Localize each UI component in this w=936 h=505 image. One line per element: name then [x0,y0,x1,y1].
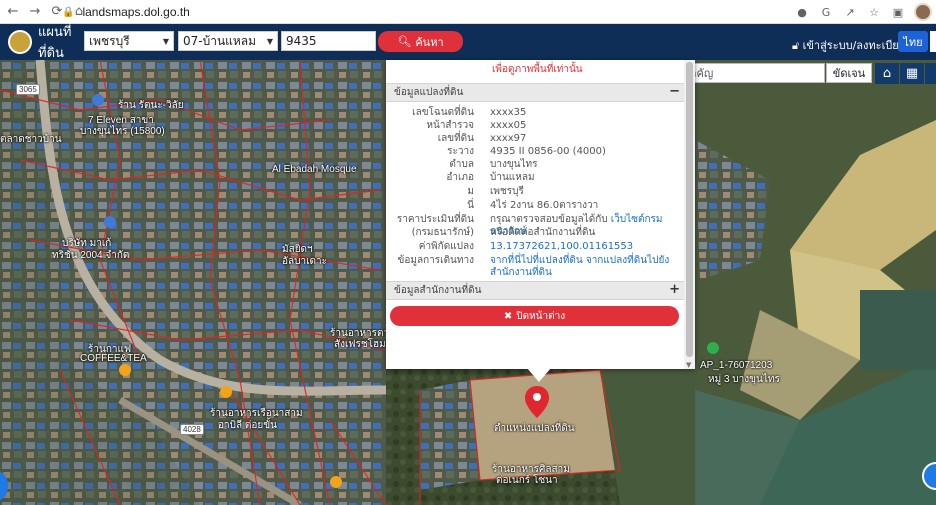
map-label-mosque: Al Ebadah Mosque [272,164,357,175]
close-button-label: ปิดหน้าต่าง [516,310,566,322]
back-icon[interactable]: ← [4,3,22,21]
more-tool-icon[interactable] [925,63,936,84]
map-label-mosque2-sub: อัลบาเดาะ [282,256,327,267]
row-label: ตำบล [449,159,474,170]
dol-logo [8,30,32,54]
map-label-seven-eleven-sub: บางขุนไทร (15800) [80,126,165,137]
popup-scrollbar[interactable]: ▼ [684,60,695,369]
grid-icon[interactable]: ▦ [900,63,924,84]
translate-icon[interactable]: G [818,4,834,20]
travel-value: จากที่นี่ไปที่แปลงที่ดิน จากแปลงที่ดินไป… [490,255,682,279]
province-select[interactable]: เพชรบุรี ▼ [84,31,174,51]
lock-icon: 🔒 [62,6,75,18]
section-office-header[interactable]: ข้อมูลสำนักงานที่ดิน + [386,281,684,300]
popup-pointer [527,368,551,382]
detect-button[interactable]: ขัดเจน [826,63,872,83]
browser-actions: ● G ↗ ☆ ▣ [794,3,932,21]
row-label: หน้าสำรวจ [426,120,474,131]
scroll-thumb[interactable] [686,62,693,357]
parcel-marker-icon[interactable] [525,386,549,418]
search-icon: 🔍︎ [397,35,412,48]
row-label: ม [467,186,474,197]
parcel-number-value: 9435 [286,34,317,48]
map-label-ap: AP_1-76071203 [700,360,773,371]
browser-toolbar: ← → ⟳ ⌂ 🔒 landsmaps.dol.go.th ● G ↗ ☆ ▣ [0,0,936,24]
login-icon: 🔓︎ [792,39,800,52]
language-edge [930,31,936,52]
scroll-down-icon[interactable]: ▼ [686,361,691,369]
app-title: แผนที่ที่ดิน [38,25,72,61]
address-bar[interactable]: 🔒 landsmaps.dol.go.th [62,2,222,22]
chevron-down-icon: ▼ [266,36,273,46]
travel-label: ข้อมูลการเดินทาง [397,255,474,266]
close-icon: ✖ [503,310,513,322]
search-button-label: ค้นหา [415,35,444,49]
close-window-button[interactable]: ✖ ปิดหน้าต่าง [390,306,679,326]
section-parcel-title: ข้อมูลแปลงที่ดิน [394,87,464,98]
chevron-down-icon: ▼ [162,36,169,46]
province-value: เพชรบุรี [89,33,130,48]
login-label: เข้าสู่ระบบ/ลงทะเบียน [802,39,907,52]
row-value: xxxx35 [490,107,527,118]
district-value: 07-บ้านแหลม [183,33,257,48]
collapse-icon[interactable]: − [669,84,680,99]
row-value: 4ไร่ 2งาน 86.0ตารางวา [490,200,599,211]
url-text: landsmaps.dol.go.th [82,5,190,19]
expand-icon[interactable]: + [669,282,680,297]
travel-link[interactable]: จากที่นี่ไปที่แปลงที่ดิน จากแปลงที่ดินไป… [490,255,669,278]
language-button[interactable]: ไทย [898,31,928,52]
section-office-title: ข้อมูลสำนักงานที่ดิน [394,285,482,296]
popup-content: เพื่อดูภาพพื้นที่เท่านั้น ข้อมูลแปลงที่ด… [386,60,684,369]
profile-avatar[interactable] [914,3,932,21]
row-value: xxxx97 [490,133,527,144]
map-label-food-shop-sub: อาบิลี ต่อยขั้น [218,420,277,431]
row-value: xxxx05 [490,120,527,131]
coord-label: ค่าพิกัดแปลง [418,241,474,252]
coord-link[interactable]: 13.17372621,100.01161553 [490,241,633,252]
price-value2: หรือติดต่อสำนักงานที่ดิน [490,227,596,238]
road-badge-3065: 3065 [16,84,40,95]
parcel-info-popup: เพื่อดูภาพพื้นที่เท่านั้น ข้อมูลแปลงที่ด… [386,60,695,369]
map-label-company-sub: ทริชัน 2004 จำกัด [52,250,130,261]
forward-icon[interactable]: → [26,3,44,21]
top-note: เพื่อดูภาพพื้นที่เท่านั้น [492,64,583,75]
home-icon[interactable]: ⌂ [875,63,899,84]
district-select[interactable]: 07-บ้านแหลม ▼ [178,31,278,51]
sidebar-icon[interactable]: ▣ [890,4,906,20]
coord-value: 13.17372621,100.01161553 [490,241,682,253]
price-text: กรุณาตรวจสอบข้อมูลได้กับ [490,214,611,225]
road-badge-4028: 4028 [180,424,204,435]
row-label: เลขที่ดิน [437,133,474,144]
share-icon[interactable]: ↗ [842,4,858,20]
price-label: ราคาประเมินที่ดิน [396,214,474,225]
row-label: เลขโฉนดที่ดิน [412,107,474,118]
location-icon[interactable]: ● [794,4,810,20]
map-label-food-shop2-sub: ต่อเนกร์ โซนา [496,475,558,486]
parcel-number-input[interactable]: 9435 [281,31,376,51]
star-icon[interactable]: ☆ [866,4,882,20]
row-value: เพชรบุรี [490,186,524,197]
row-label: อำเภอ [446,172,474,183]
map-label-parcel: ตำแหน่งแปลงที่ดิน [494,423,575,434]
row-label: ระวาง [447,146,474,157]
row-value: บ้านแหลม [490,172,535,183]
section-parcel-header[interactable]: ข้อมูลแปลงที่ดิน − [386,83,684,102]
login-link[interactable]: 🔓︎ เข้าสู่ระบบ/ลงทะเบียน [792,36,906,54]
row-value: 4935 II 0856-00 (4000) [490,146,606,157]
map-label-shop-right-sub: สั่งเฟรชโฮม [334,339,386,350]
map-label-ap-sub: หมู่ 3 บางขุนไทร [708,374,780,385]
search-button[interactable]: 🔍︎ ค้นหา [378,31,463,52]
price-label2: (กรมธนารักษ์) [411,227,474,238]
map-label-shop: ร้าน รัตนะ-วิลัย [118,100,184,111]
row-label: นี่ [467,200,474,211]
map-label-market: ตลาดชาวบ้าน [0,134,62,145]
row-value: บางขุนไทร [490,159,538,170]
map-label-cafe-sub: COFFEE&TEA [80,353,147,364]
